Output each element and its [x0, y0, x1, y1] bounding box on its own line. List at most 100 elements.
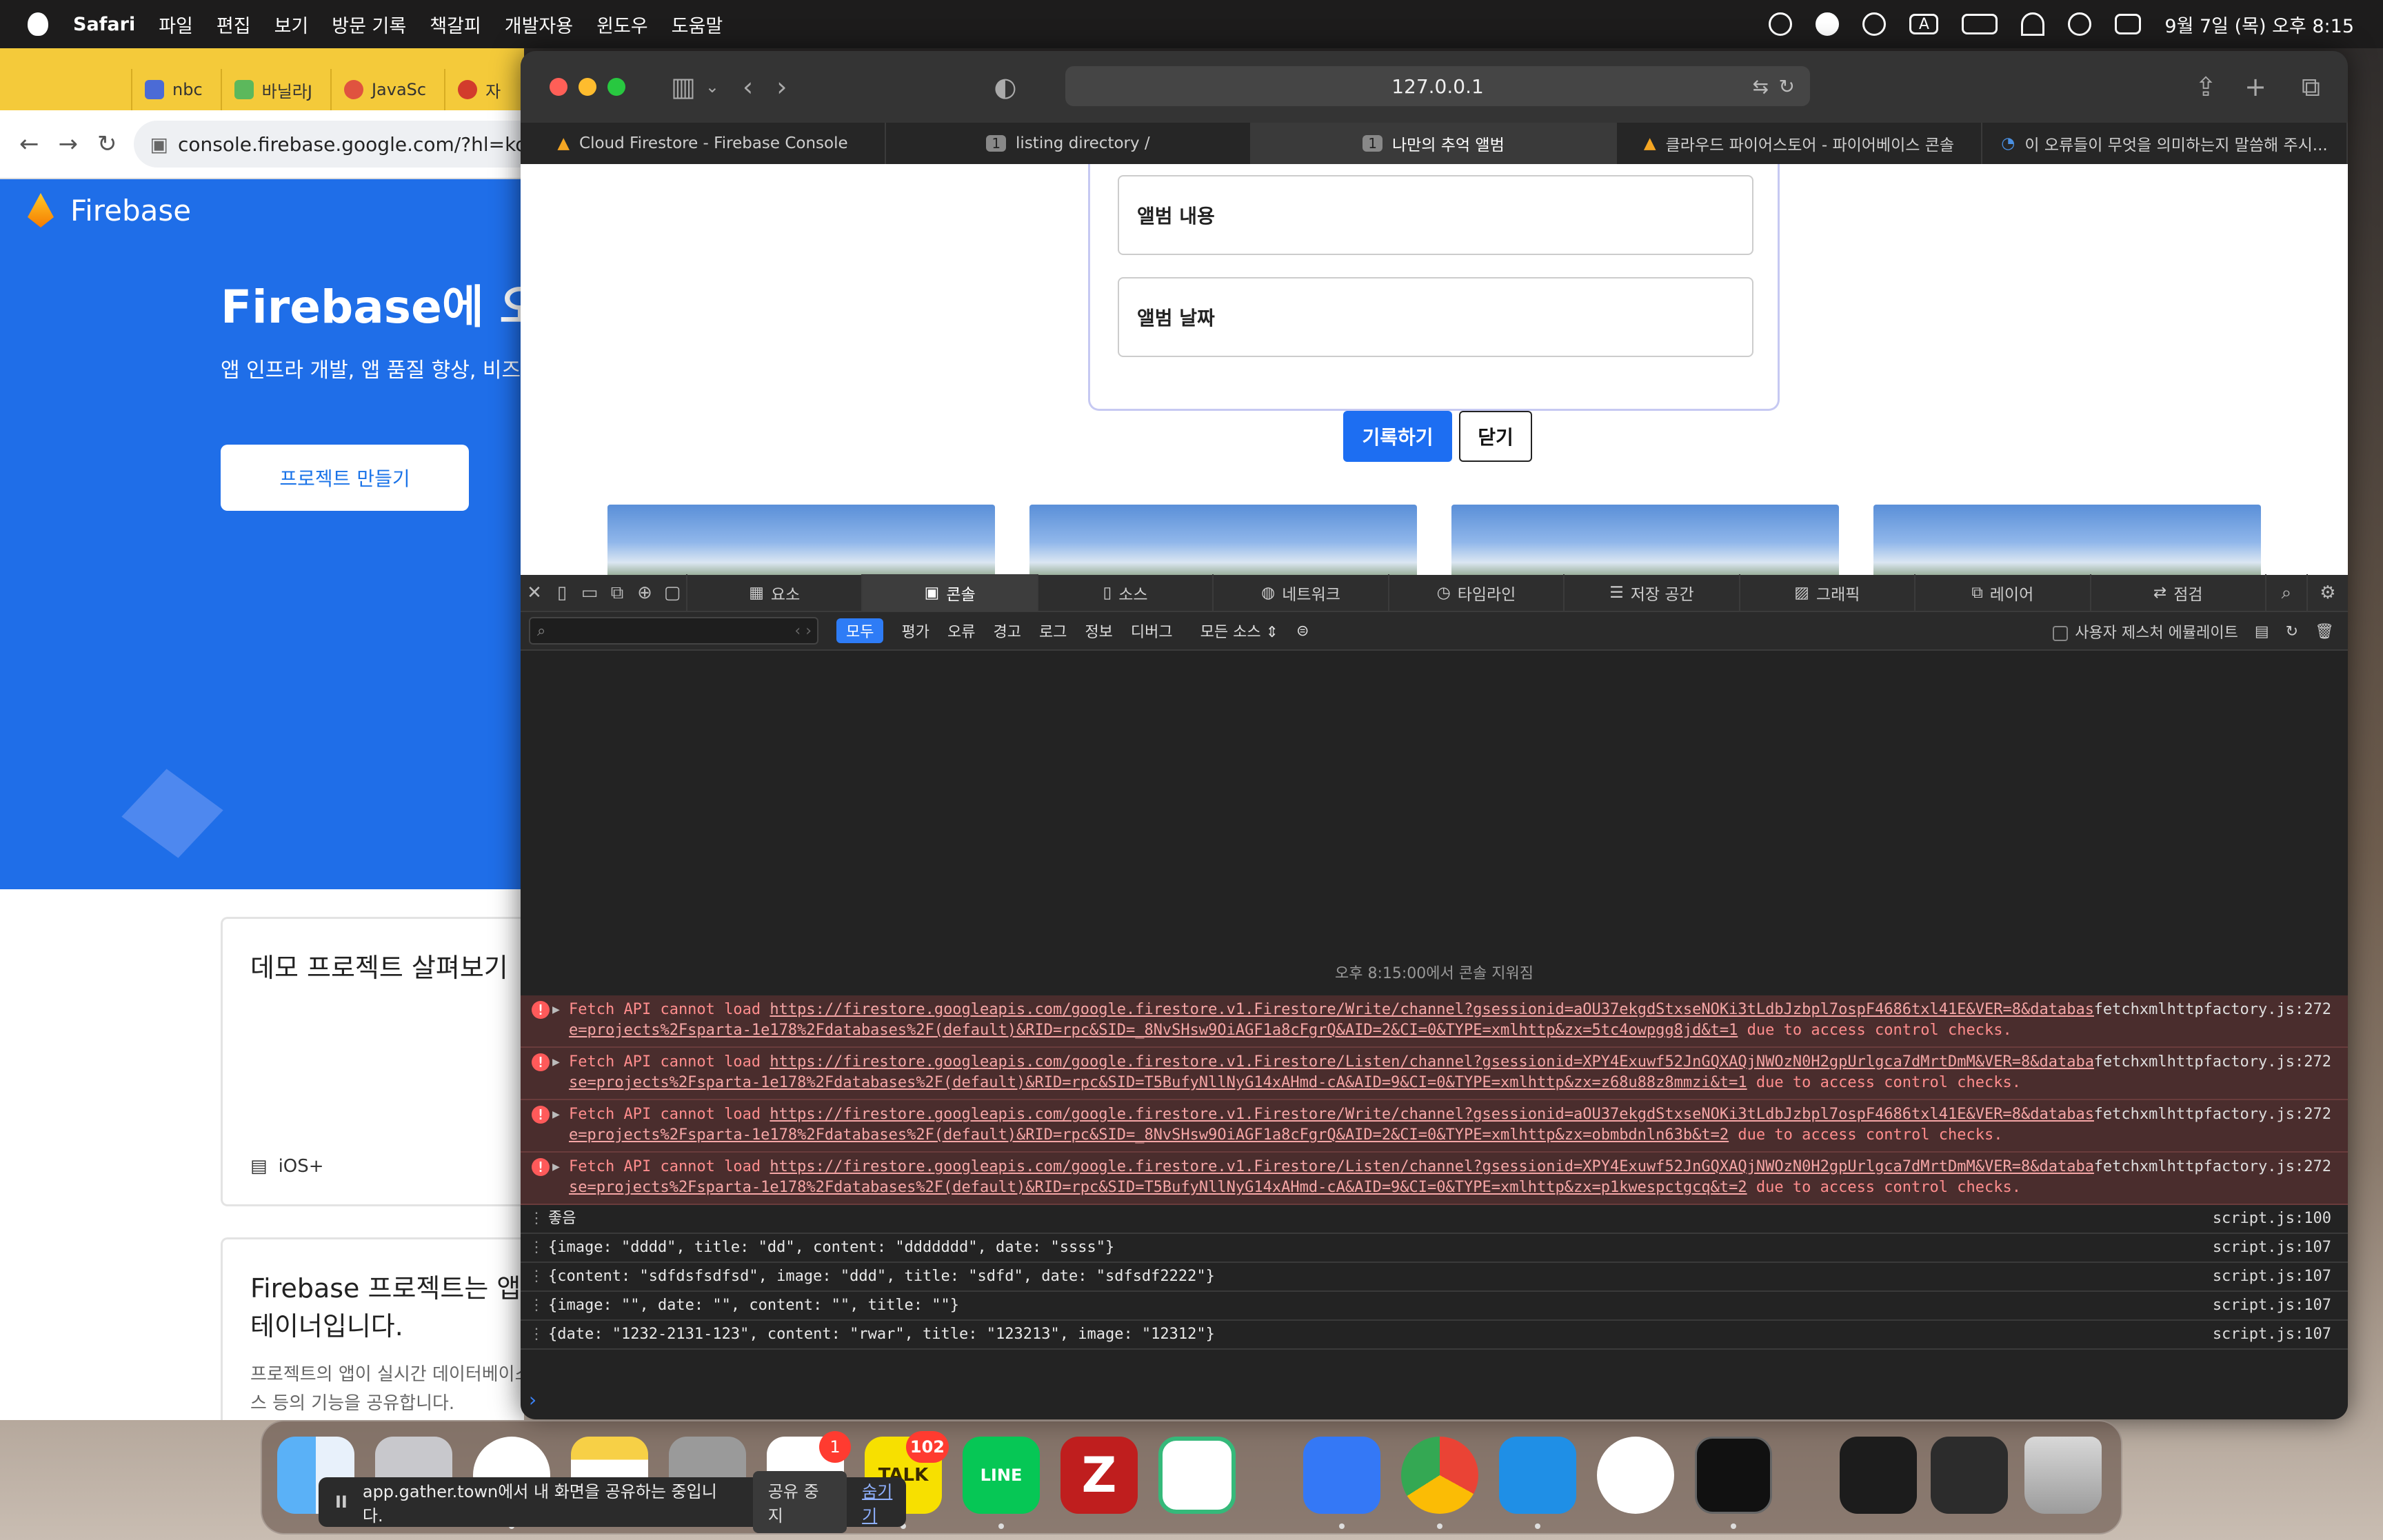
expand-triangle-icon[interactable]: ▶ — [552, 1000, 560, 1020]
menu-clock[interactable]: 9월 7일 (목) 오후 8:15 — [2164, 11, 2354, 38]
inspector-search-icon[interactable]: ⌕ — [2264, 574, 2306, 611]
minimized-window-thumbnail[interactable] — [1840, 1437, 1917, 1514]
inspector-tab-graphics[interactable]: ▨ 그래픽 — [1738, 574, 1914, 611]
log-source-link[interactable]: script.js:107 — [2213, 1324, 2331, 1346]
log-source-link[interactable]: script.js:100 — [2213, 1208, 2331, 1230]
chrome-tab-other[interactable]: 자 — [444, 69, 513, 110]
safari-tab-firestore[interactable]: ▲ Cloud Firestore - Firebase Console — [521, 123, 886, 164]
line-status-icon[interactable] — [1816, 12, 1840, 36]
simulator-icon[interactable] — [1597, 1437, 1674, 1514]
forward-arrow-icon[interactable]: → — [59, 130, 79, 158]
chrome-tab-javascript[interactable]: JavaSc — [330, 69, 439, 110]
menu-develop[interactable]: 개발자용 — [505, 11, 573, 38]
level-evaluations[interactable]: 평가 — [901, 620, 929, 642]
log-source-link[interactable]: script.js:107 — [2213, 1295, 2331, 1317]
group-filter-icon[interactable]: ⊜ — [1296, 622, 1309, 640]
sources-filter-select[interactable]: 모든 소스 ⇕ — [1200, 620, 1278, 642]
reload-inspector-icon[interactable]: ↻ — [2286, 623, 2298, 640]
inspector-tab-elements[interactable]: ▦ 요소 — [686, 574, 861, 611]
error-source-link[interactable]: fetchxmlhttpfactory.js:272 — [2094, 1157, 2331, 1177]
console-filter-input[interactable]: ⌕ ‹ › — [529, 617, 818, 645]
error-source-link[interactable]: fetchxmlhttpfactory.js:272 — [2094, 1104, 2331, 1125]
console-error-row[interactable]: ! ▶ Fetch API cannot load https://firest… — [521, 1100, 2348, 1153]
menu-history[interactable]: 방문 기록 — [332, 11, 406, 38]
filezilla-icon[interactable]: Z — [1060, 1437, 1138, 1514]
album-card-image[interactable] — [1029, 505, 1417, 575]
reload-icon[interactable]: ↻ — [97, 130, 117, 158]
inspector-tab-timeline[interactable]: ◷ 타임라인 — [1387, 574, 1563, 611]
element-picker-icon[interactable]: ⊕ — [631, 574, 658, 611]
new-tab-icon[interactable]: + — [2244, 72, 2266, 102]
back-arrow-icon[interactable]: ← — [19, 130, 39, 158]
forward-icon[interactable]: › — [776, 72, 787, 102]
apple-icon[interactable] — [28, 12, 48, 36]
console-log-row[interactable]: ⋮ {image: "", date: "", content: "", titl… — [521, 1292, 2348, 1321]
create-project-button[interactable]: 프로젝트 만들기 — [221, 445, 469, 511]
error-source-link[interactable]: fetchxmlhttpfactory.js:272 — [2094, 1000, 2331, 1020]
translate-icon[interactable]: ⇆ — [1753, 75, 1769, 98]
fork-icon[interactable] — [1303, 1437, 1380, 1514]
level-warnings[interactable]: 경고 — [993, 620, 1020, 642]
detach-icon[interactable]: ⧉ — [603, 574, 631, 611]
chrome-app-icon[interactable] — [1401, 1437, 1478, 1514]
vscode-icon[interactable] — [1499, 1437, 1576, 1514]
chrome-tab-vanilla[interactable]: 바닐라J — [220, 69, 325, 110]
hide-banner-link[interactable]: 숨기기 — [862, 1478, 906, 1526]
device-icon[interactable]: ▢ — [658, 574, 686, 611]
inspector-tab-layers[interactable]: ⧉ 레이어 — [1914, 574, 2089, 611]
inspector-tab-sources[interactable]: ▯ 소스 — [1036, 574, 1212, 611]
safari-tab-listing[interactable]: 1 listing directory / — [886, 123, 1251, 164]
menu-window[interactable]: 윈도우 — [596, 11, 648, 38]
safari-tab-chat[interactable]: ◔ 이 오류들이 무엇을 의미하는지 말씀해 주시... — [1982, 123, 2348, 164]
inspector-tab-audit[interactable]: ⇄ 점검 — [2089, 574, 2265, 611]
line-app-icon[interactable]: LINE — [963, 1437, 1040, 1514]
log-source-link[interactable]: script.js:107 — [2213, 1266, 2331, 1288]
level-errors[interactable]: 오류 — [947, 620, 975, 642]
submit-button[interactable]: 기록하기 — [1343, 411, 1452, 462]
close-window-button[interactable] — [550, 78, 567, 96]
console-log-row[interactable]: ⋮ {content: "sdfdsfsdfsd", image: "ddd", … — [521, 1263, 2348, 1292]
console-prompt-icon[interactable]: › — [529, 1388, 536, 1411]
close-inspector-icon[interactable]: ✕ — [521, 574, 548, 611]
minimize-window-button[interactable] — [579, 78, 596, 96]
expand-triangle-icon[interactable]: ▶ — [552, 1052, 560, 1073]
expand-triangle-icon[interactable]: ▶ — [552, 1104, 560, 1125]
album-card-image[interactable] — [607, 505, 995, 575]
inspector-tab-storage[interactable]: ☰ 저장 공간 — [1563, 574, 1738, 611]
dock-bottom-icon[interactable]: ▭ — [576, 574, 603, 611]
chevron-down-icon[interactable]: ⌄ — [705, 77, 719, 97]
privacy-shield-icon[interactable]: ◐ — [994, 72, 1016, 102]
expand-triangle-icon[interactable]: ▶ — [552, 1157, 560, 1177]
battery-icon[interactable] — [1962, 14, 1998, 34]
menu-help[interactable]: 도움말 — [672, 11, 723, 38]
sidebar-icon[interactable]: ▥ — [671, 72, 696, 102]
share-icon[interactable]: ⇪ — [2195, 72, 2217, 102]
console-error-row[interactable]: ! ▶ Fetch API cannot load https://firest… — [521, 1153, 2348, 1205]
level-all[interactable]: 모두 — [836, 618, 884, 643]
album-content-input[interactable]: 앨범 내용 — [1118, 175, 1753, 255]
console-error-row[interactable]: ! ▶ Fetch API cannot load https://firest… — [521, 1048, 2348, 1100]
error-source-link[interactable]: fetchxmlhttpfactory.js:272 — [2094, 1052, 2331, 1073]
preserve-log-icon[interactable]: ▤ — [2255, 623, 2269, 640]
menu-view[interactable]: 보기 — [274, 11, 309, 38]
control-center-icon[interactable] — [2115, 14, 2142, 34]
inspector-tab-console[interactable]: ▣ 콘솔 — [861, 574, 1037, 611]
album-date-input[interactable]: 앨범 날짜 — [1118, 277, 1753, 357]
terminal-icon[interactable] — [1695, 1437, 1772, 1514]
safari-tab-cloud-firestore-ko[interactable]: ▲ 클라우드 파이어스토어 - 파이어베이스 콘솔 — [1617, 123, 1982, 164]
menu-file[interactable]: 파일 — [159, 11, 193, 38]
wifi-icon[interactable] — [2021, 12, 2045, 36]
play-icon[interactable] — [1862, 12, 1887, 36]
back-icon[interactable]: ‹ — [743, 72, 753, 102]
menu-bookmarks[interactable]: 책갈피 — [430, 11, 481, 38]
dock-left-icon[interactable]: ▯ — [548, 574, 576, 611]
console-log-row[interactable]: ⋮ 좋음 script.js:100 — [521, 1205, 2348, 1234]
minimized-window-thumbnail[interactable] — [1931, 1437, 2008, 1514]
tab-overview-icon[interactable]: ⧉ — [2302, 72, 2320, 103]
spotlight-search-icon[interactable] — [2068, 12, 2092, 36]
stop-sharing-button[interactable]: 공유 중지 — [752, 1471, 847, 1533]
firebase-brand[interactable]: Firebase — [28, 193, 191, 227]
clear-console-trash-icon[interactable]: 🗑 — [2315, 623, 2334, 640]
album-card-image[interactable] — [1873, 505, 2261, 575]
console-log-row[interactable]: ⋮ {image: "dddd", title: "dd", content: "… — [521, 1234, 2348, 1263]
